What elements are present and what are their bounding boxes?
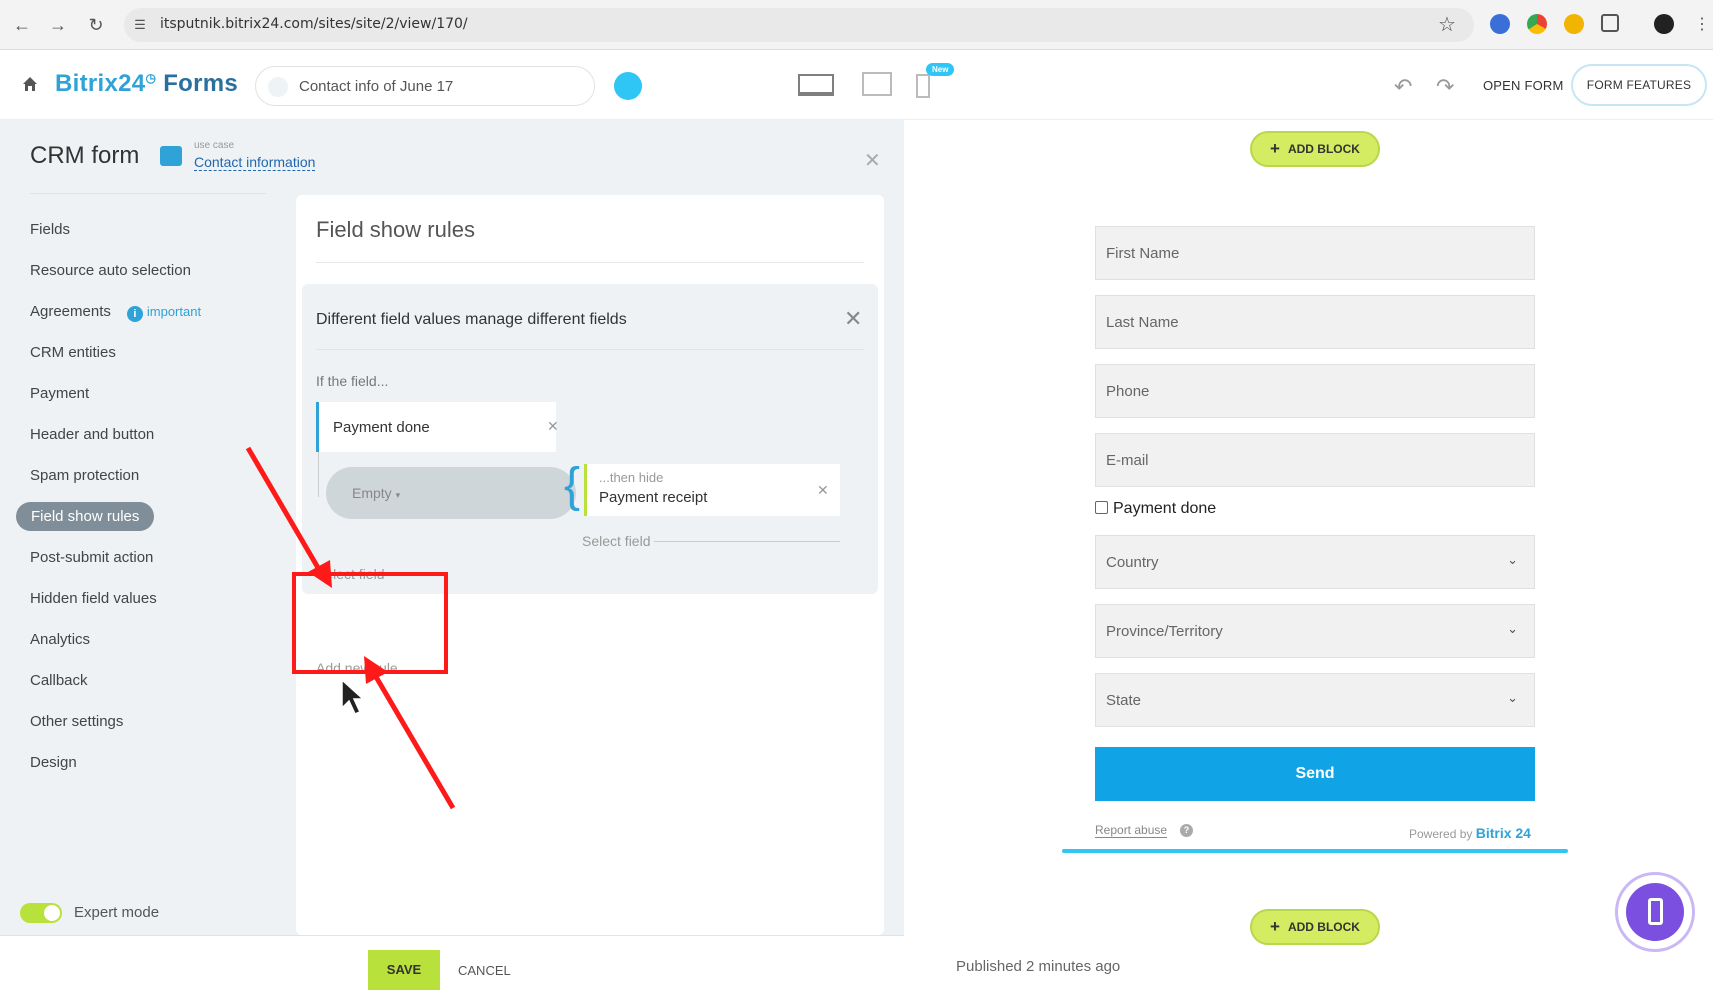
annotation-arrow-bottom <box>369 668 456 810</box>
annotation-arrows <box>245 446 456 810</box>
mouse-cursor-icon <box>341 678 365 715</box>
annotation-arrow-top <box>245 446 327 580</box>
annotation-arrowhead-top <box>308 560 332 588</box>
